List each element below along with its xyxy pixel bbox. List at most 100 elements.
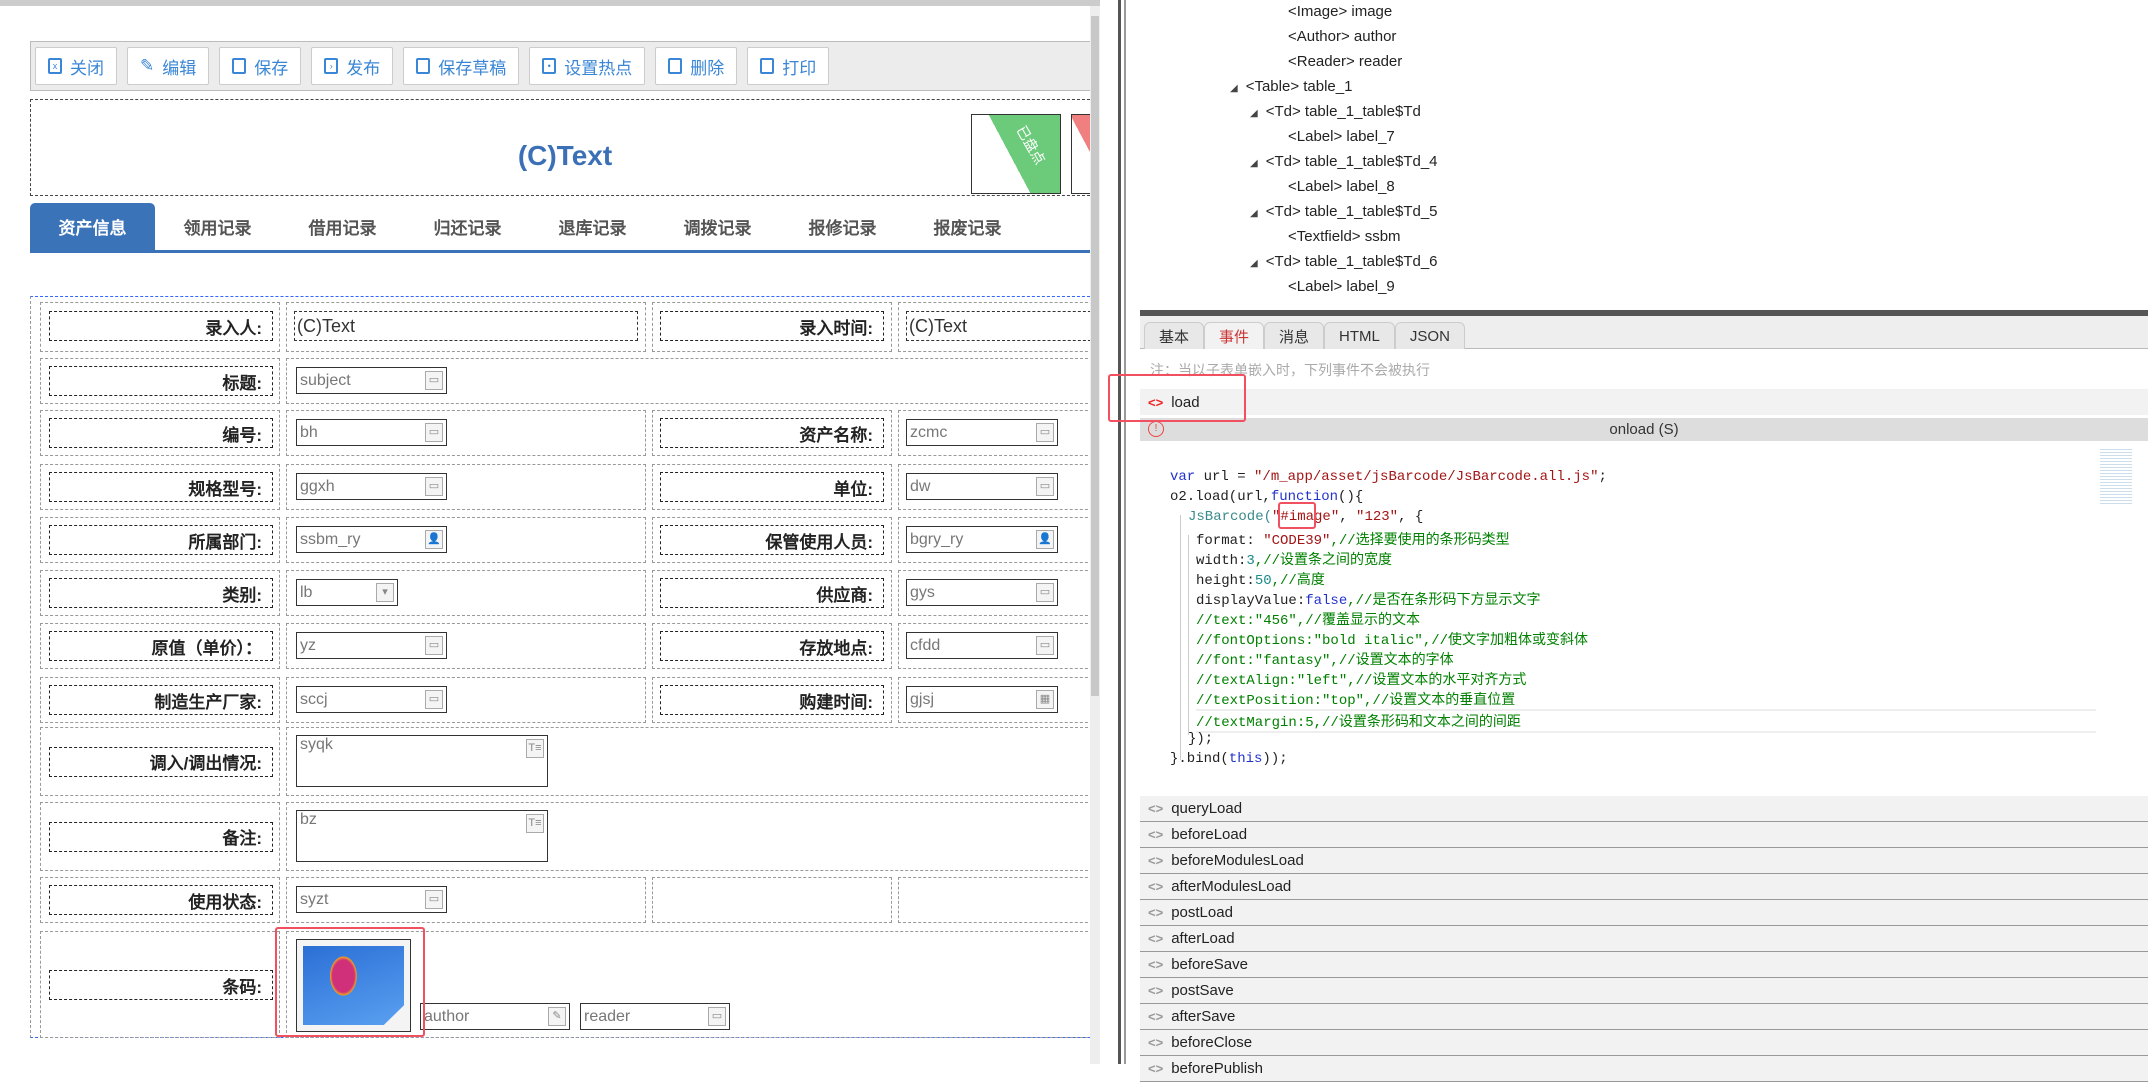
tab-transfer-records[interactable]: 调拨记录: [655, 203, 780, 250]
tree-node[interactable]: <Author> author: [1288, 28, 1396, 45]
tree-node[interactable]: ◢ <Td> table_1_table$Td: [1250, 103, 1421, 120]
event-postLoad[interactable]: <> postLoad: [1140, 900, 2148, 926]
tree-node-label: <Label> label_8: [1288, 178, 1395, 195]
event-beforeLoad[interactable]: <> beforeLoad: [1140, 822, 2148, 848]
edit-field-icon[interactable]: ▭: [1036, 423, 1054, 442]
tree-node[interactable]: <Textfield> ssbm: [1288, 228, 1401, 245]
dw-field[interactable]: dw ▭: [906, 473, 1058, 500]
tab-html[interactable]: HTML: [1324, 322, 1395, 349]
sccj-field[interactable]: sccj ▭: [296, 686, 447, 713]
event-beforePublish[interactable]: <> beforePublish: [1140, 1056, 2148, 1082]
tree-node[interactable]: <Label> label_7: [1288, 128, 1395, 145]
code-editor[interactable]: var url = "/m_app/asset/jsBarcode/JsBarc…: [1150, 445, 2140, 795]
highlight-box: [1108, 374, 1246, 422]
textarea-icon[interactable]: T≡: [526, 814, 544, 833]
lb-field[interactable]: lb ▾: [296, 579, 398, 606]
syqk-textarea[interactable]: syqk T≡: [296, 735, 548, 787]
field-value: dw: [910, 477, 931, 495]
expand-triangle-icon[interactable]: ◢: [1250, 258, 1258, 269]
tree-node[interactable]: <Label> label_9: [1288, 278, 1395, 295]
calendar-icon[interactable]: ▦: [1036, 690, 1054, 709]
tab-repair-records[interactable]: 报修记录: [780, 203, 905, 250]
edit-field-icon[interactable]: ▭: [708, 1007, 726, 1026]
properties-panel: <Image> image <Author> author <Reader> rea…: [1140, 0, 2148, 1082]
event-beforeClose[interactable]: <> beforeClose: [1140, 1030, 2148, 1056]
tree-node[interactable]: ◢ <Td> table_1_table$Td_5: [1250, 203, 1438, 220]
expand-triangle-icon[interactable]: ◢: [1250, 208, 1258, 219]
save-button[interactable]: 保存: [219, 47, 302, 85]
dropdown-arrow-icon[interactable]: ▾: [376, 583, 394, 602]
tab-asset-info[interactable]: 资产信息: [30, 203, 155, 250]
tree-node-label: <Label> label_9: [1288, 278, 1395, 295]
left-scrollbar[interactable]: [1090, 6, 1100, 1064]
person-icon[interactable]: 👤: [1036, 530, 1054, 549]
reader-field[interactable]: reader ▭: [580, 1003, 730, 1030]
event-afterLoad[interactable]: <> afterLoad: [1140, 926, 2148, 952]
print-button[interactable]: 打印: [747, 47, 830, 85]
edit-button[interactable]: ✎ 编辑: [127, 47, 210, 85]
edit-field-icon[interactable]: ▭: [425, 371, 443, 390]
textarea-icon[interactable]: T≡: [526, 739, 544, 758]
ggxh-field[interactable]: ggxh ▭: [296, 473, 447, 500]
tree-node[interactable]: ◢ <Table> table_1: [1230, 78, 1352, 95]
tree-node[interactable]: <Image> image: [1288, 3, 1392, 20]
save-draft-button[interactable]: 保存草稿: [403, 47, 520, 85]
bgry-field[interactable]: bgry_ry 👤: [906, 526, 1058, 553]
expand-triangle-icon[interactable]: ◢: [1230, 83, 1238, 94]
tab-withdraw-records[interactable]: 退库记录: [530, 203, 655, 250]
tab-receive-records[interactable]: 领用记录: [155, 203, 280, 250]
tab-events[interactable]: 事件: [1204, 322, 1265, 349]
tab-return-records[interactable]: 归还记录: [405, 203, 530, 250]
bgry-label: 保管使用人员:: [660, 525, 884, 555]
tab-scrap-records[interactable]: 报废记录: [905, 203, 1030, 250]
edit-field-icon[interactable]: ▭: [1036, 636, 1054, 655]
event-afterSave[interactable]: <> afterSave: [1140, 1004, 2148, 1030]
close-button[interactable]: x 关闭: [35, 47, 117, 85]
zcmc-field[interactable]: zcmc ▭: [906, 419, 1058, 446]
expand-triangle-icon[interactable]: ◢: [1250, 108, 1258, 119]
event-beforeSave[interactable]: <> beforeSave: [1140, 952, 2148, 978]
edit-field-icon[interactable]: ▭: [425, 477, 443, 496]
bh-field[interactable]: bh ▭: [296, 419, 447, 446]
edit-field-icon[interactable]: ▭: [425, 636, 443, 655]
gjsj-field[interactable]: gjsj ▦: [906, 686, 1058, 713]
ssbm-field[interactable]: ssbm_ry 👤: [296, 526, 447, 553]
tree-node[interactable]: <Label> label_8: [1288, 178, 1395, 195]
code-line: o2.load(url,function(){: [1170, 489, 1364, 505]
tab-borrow-records[interactable]: 借用记录: [280, 203, 405, 250]
edit-field-icon[interactable]: ▭: [1036, 583, 1054, 602]
delete-button[interactable]: 删除: [655, 47, 738, 85]
event-queryLoad[interactable]: <> queryLoad: [1140, 796, 2148, 822]
person-icon[interactable]: 👤: [425, 530, 443, 549]
publish-button[interactable]: › 发布: [311, 47, 394, 85]
tree-node[interactable]: <Reader> reader: [1288, 53, 1402, 70]
edit-field-icon[interactable]: ✎: [548, 1007, 566, 1026]
edit-field-icon[interactable]: ▭: [1036, 477, 1054, 496]
event-postSave[interactable]: <> postSave: [1140, 978, 2148, 1004]
tab-json[interactable]: JSON: [1394, 322, 1465, 349]
edit-field-icon[interactable]: ▭: [425, 890, 443, 909]
edit-field-icon[interactable]: ▭: [425, 423, 443, 442]
author-field[interactable]: author ✎: [420, 1003, 570, 1030]
bz-textarea[interactable]: bz T≡: [296, 810, 548, 862]
event-beforeModulesLoad[interactable]: <> beforeModulesLoad: [1140, 848, 2148, 874]
save-icon: [232, 58, 247, 74]
tree-node[interactable]: ◢ <Td> table_1_table$Td_4: [1250, 153, 1438, 170]
edit-field-icon[interactable]: ▭: [425, 690, 443, 709]
event-load[interactable]: <> load: [1140, 389, 2148, 415]
field-value: gjsj: [910, 690, 935, 708]
expand-triangle-icon[interactable]: ◢: [1250, 158, 1258, 169]
scrollbar-thumb[interactable]: [1091, 16, 1099, 696]
gys-field[interactable]: gys ▭: [906, 579, 1058, 606]
tree-node[interactable]: ◢ <Td> table_1_table$Td_6: [1250, 253, 1438, 270]
code-minimap[interactable]: [2100, 447, 2132, 505]
cfdd-field[interactable]: cfdd ▭: [906, 632, 1058, 659]
set-hotspot-button[interactable]: • 设置热点: [529, 47, 646, 85]
event-afterModulesLoad[interactable]: <> afterModulesLoad: [1140, 874, 2148, 900]
panel-splitter[interactable]: [1100, 0, 1140, 1064]
subject-field[interactable]: subject ▭: [296, 367, 447, 394]
tab-messages[interactable]: 消息: [1264, 322, 1325, 349]
tab-basic[interactable]: 基本: [1144, 322, 1205, 349]
yz-field[interactable]: yz ▭: [296, 632, 447, 659]
syzt-field[interactable]: syzt ▭: [296, 886, 447, 913]
